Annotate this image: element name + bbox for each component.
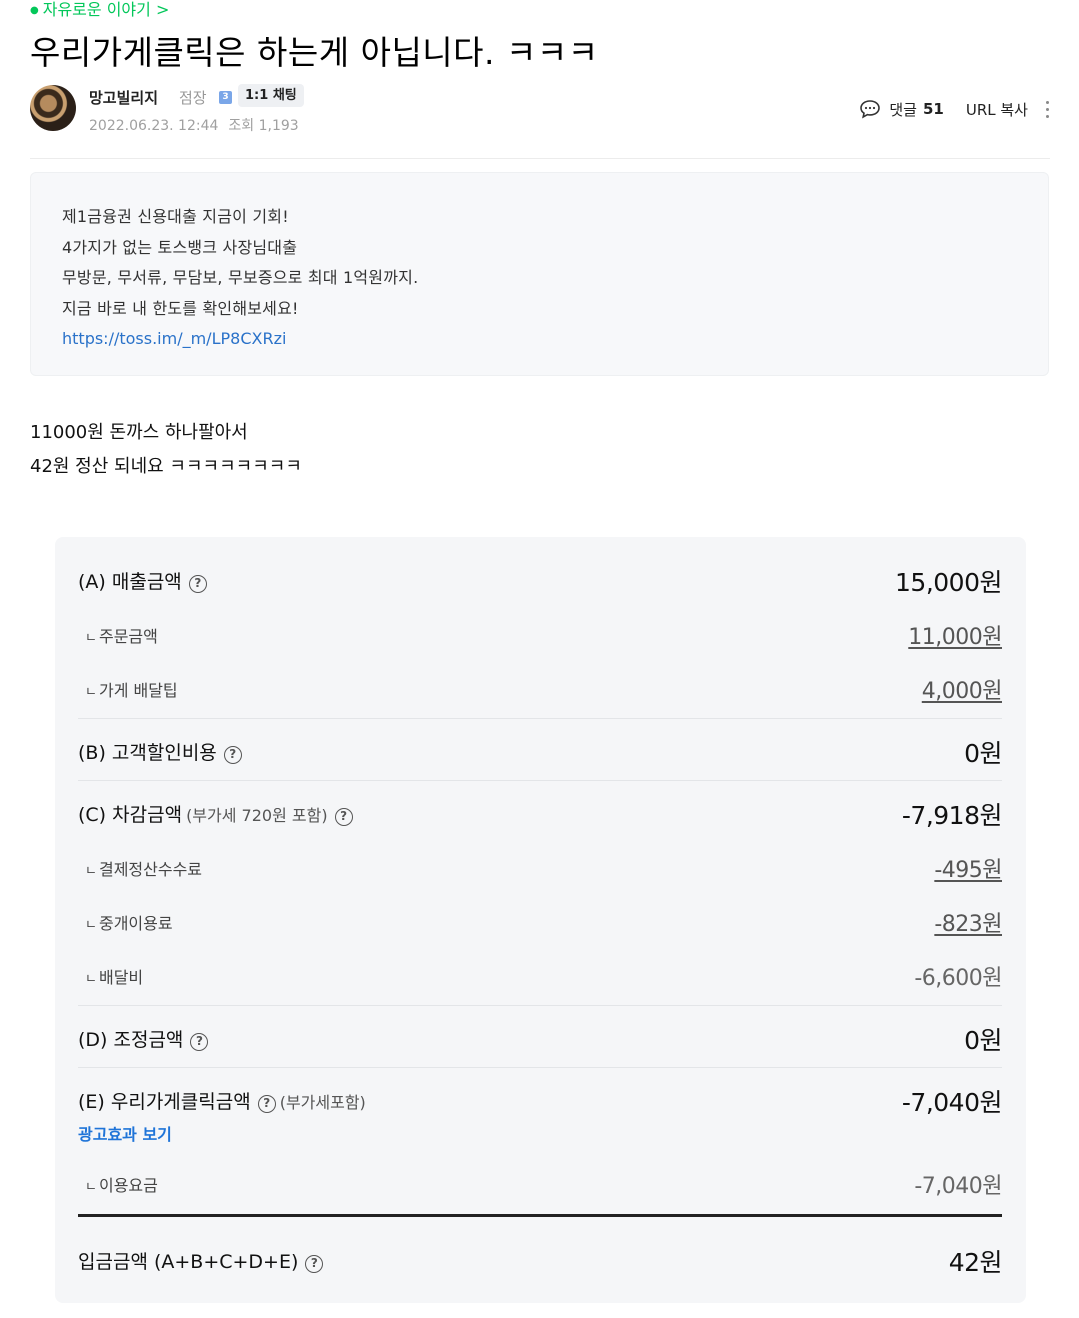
adjust-value: 0원 bbox=[964, 1026, 1002, 1055]
sales-value: 15,000원 bbox=[895, 568, 1002, 597]
click-row: (E) 우리가게클릭금액? (부가세포함) -7,040원 bbox=[78, 1083, 1003, 1117]
click-label: (E) 우리가게클릭금액 bbox=[78, 1091, 251, 1113]
deduct-hint: (부가세 720원 포함) bbox=[186, 806, 328, 825]
breadcrumb[interactable]: ● 자유로운 이야기 > bbox=[30, 0, 169, 20]
author-info: 망고빌리지 점장 3 1:1 채팅 2022.06.23. 12:44 조회 1,… bbox=[30, 84, 1050, 135]
brokerage-label: 중개이용료 bbox=[98, 914, 173, 933]
deduct-row: (C) 차감금액 (부가세 720원 포함)? -7,918원 bbox=[78, 796, 1003, 830]
help-icon[interactable]: ? bbox=[257, 1095, 276, 1113]
post-date: 2022.06.23. 12:44 bbox=[89, 118, 219, 134]
usage-label: 이용요금 bbox=[98, 1176, 158, 1195]
help-icon[interactable]: ? bbox=[334, 808, 353, 826]
tip-label: 가게 배달팁 bbox=[98, 681, 178, 700]
ad-line: 지금 바로 내 한도를 확인해보세요! bbox=[62, 298, 299, 318]
adjust-label: (D) 조정금액 bbox=[78, 1029, 184, 1051]
comment-count[interactable]: 51 bbox=[923, 100, 944, 118]
corner-icon: ㄴ bbox=[85, 918, 97, 933]
row-divider bbox=[78, 780, 1002, 781]
row-divider bbox=[78, 1067, 1002, 1068]
author-role: 점장 bbox=[179, 89, 207, 107]
delivery-value: -6,600원 bbox=[914, 966, 1002, 991]
row-divider bbox=[78, 1005, 1002, 1006]
adjust-row: (D) 조정금액? 0원 bbox=[78, 1021, 1002, 1055]
help-icon[interactable]: ? bbox=[190, 1033, 209, 1051]
more-menu-icon[interactable] bbox=[1046, 100, 1050, 118]
deduct-label: (C) 차감금액 bbox=[78, 804, 183, 826]
ad-banner: 제1금융권 신용대출 지금이 기회! 4가지가 없는 토스뱅크 사장님대출 무방… bbox=[30, 172, 1049, 376]
tip-value[interactable]: 4,000원 bbox=[922, 673, 1003, 705]
order-value[interactable]: 11,000원 bbox=[908, 619, 1002, 651]
level-badge-icon: 3 bbox=[219, 91, 232, 104]
usage-value: -7,040원 bbox=[914, 1174, 1002, 1199]
help-icon[interactable]: ? bbox=[188, 575, 207, 593]
delivery-label: 배달비 bbox=[98, 968, 144, 987]
row-divider bbox=[78, 718, 1002, 719]
order-row: ㄴ 주문금액 11,000원 bbox=[78, 619, 1002, 651]
corner-icon: ㄴ bbox=[85, 864, 97, 879]
settlement-card: (A) 매출금액? 15,000원 ㄴ 주문금액 11,000원 ㄴ 가게 배달팁 … bbox=[55, 537, 1026, 1303]
click-value: -7,040원 bbox=[901, 1088, 1003, 1117]
ad-line: 무방문, 무서류, 무담보, 무보증으로 최대 1억원까지. bbox=[62, 268, 419, 287]
post-body: 11000원 돈까스 하나팔아서 42원 정산 되네요 ㅋㅋㅋㅋㅋㅋㅋㅋ bbox=[30, 416, 302, 484]
breadcrumb-label: 자유로운 이야기 > bbox=[42, 0, 170, 19]
discount-value: 0원 bbox=[964, 739, 1002, 768]
comment-icon[interactable] bbox=[859, 99, 881, 119]
sales-row: (A) 매출금액? 15,000원 bbox=[78, 563, 1002, 597]
fee-row: ㄴ 결제정산수수료 -495원 bbox=[78, 852, 1002, 884]
body-line: 11000원 돈까스 하나팔아서 bbox=[30, 422, 248, 443]
corner-icon: ㄴ bbox=[85, 685, 97, 700]
brokerage-row: ㄴ 중개이용료 -823원 bbox=[78, 906, 1002, 938]
author-name[interactable]: 망고빌리지 bbox=[89, 87, 158, 108]
header-divider bbox=[30, 158, 1050, 159]
deposit-label: 입금금액 (A+B+C+D+E) bbox=[78, 1251, 299, 1273]
corner-icon: ㄴ bbox=[85, 1180, 97, 1195]
bullet-icon: ● bbox=[30, 5, 39, 16]
chat-button[interactable]: 1:1 채팅 bbox=[238, 84, 304, 107]
delivery-row: ㄴ 배달비 -6,600원 bbox=[78, 960, 1002, 991]
usage-row: ㄴ 이용요금 -7,040원 bbox=[78, 1168, 1002, 1199]
post-actions: 댓글 51 URL 복사 bbox=[859, 97, 1050, 121]
click-hint: (부가세포함) bbox=[279, 1093, 366, 1112]
discount-row: (B) 고객할인비용? 0원 bbox=[78, 734, 1002, 768]
fee-label: 결제정산수수료 bbox=[98, 860, 203, 879]
ad-effect-link[interactable]: 광고효과 보기 bbox=[78, 1121, 172, 1145]
post-meta: 2022.06.23. 12:44 조회 1,193 bbox=[89, 115, 299, 135]
deposit-value: 42원 bbox=[948, 1248, 1003, 1277]
sales-label: (A) 매출금액 bbox=[78, 571, 182, 593]
view-count: 조회 1,193 bbox=[228, 118, 299, 134]
help-icon[interactable]: ? bbox=[223, 746, 242, 764]
total-divider bbox=[78, 1214, 1002, 1217]
page-title: 우리가게클릭은 하는게 아닙니다. ㅋㅋㅋ bbox=[30, 33, 599, 72]
body-line: 42원 정산 되네요 ㅋㅋㅋㅋㅋㅋㅋㅋ bbox=[30, 456, 302, 477]
url-copy-button[interactable]: URL 복사 bbox=[966, 99, 1028, 120]
tip-row: ㄴ 가게 배달팁 4,000원 bbox=[78, 673, 1003, 705]
deduct-value: -7,918원 bbox=[901, 801, 1003, 830]
corner-icon: ㄴ bbox=[85, 631, 97, 646]
ad-link[interactable]: https://toss.im/_m/LP8CXRzi bbox=[62, 324, 1017, 355]
order-label: 주문금액 bbox=[98, 627, 158, 646]
corner-icon: ㄴ bbox=[85, 972, 97, 987]
ad-line: 4가지가 없는 토스뱅크 사장님대출 bbox=[62, 237, 298, 257]
deposit-row: 입금금액 (A+B+C+D+E)? 42원 bbox=[78, 1243, 1003, 1277]
discount-label: (B) 고객할인비용 bbox=[78, 742, 217, 764]
help-icon[interactable]: ? bbox=[305, 1255, 324, 1273]
avatar[interactable] bbox=[30, 85, 76, 131]
comment-label[interactable]: 댓글 bbox=[889, 99, 917, 120]
ad-line: 제1금융권 신용대출 지금이 기회! bbox=[62, 207, 289, 226]
fee-value[interactable]: -495원 bbox=[934, 852, 1002, 884]
brokerage-value[interactable]: -823원 bbox=[934, 906, 1002, 938]
